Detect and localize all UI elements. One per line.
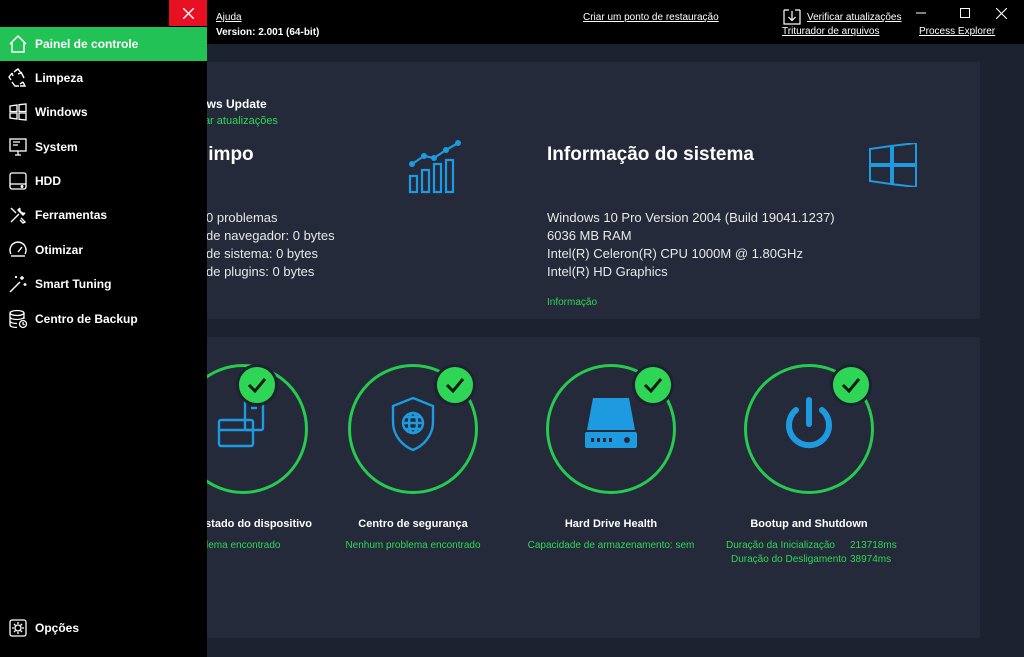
windows-icon (7, 101, 29, 123)
check-updates-link[interactable]: Verificar atualizações (807, 12, 902, 23)
check-badge (830, 364, 872, 406)
sidebar-item-label: Smart Tuning (35, 277, 112, 291)
check-icon (445, 378, 465, 393)
sidebar-item-label: Windows (35, 105, 88, 119)
clean-browser: de navegador: 0 bytes (206, 228, 335, 243)
clean-title: limpo (203, 144, 254, 165)
shutdown-duration-label: Duração do Desligamento (731, 554, 847, 565)
close-icon (182, 7, 194, 19)
sysinfo-os: Windows 10 Pro Version 2004 (Build 19041… (547, 210, 835, 225)
home-icon (7, 33, 29, 55)
window-close-button[interactable] (986, 4, 1016, 22)
sidebar-item-label: Otimizar (35, 243, 84, 257)
sysinfo-gpu: Intel(R) HD Graphics (547, 264, 668, 279)
clean-plugins: de plugins: 0 bytes (206, 264, 315, 279)
power-icon (786, 397, 832, 449)
sysinfo-cpu: Intel(R) Celeron(R) CPU 1000M @ 1.80GHz (547, 246, 803, 261)
file-shredder-link[interactable]: Triturador de arquivos (782, 26, 879, 37)
sidebar-close-button[interactable] (169, 0, 207, 26)
sidebar-item-tools[interactable]: Ferramentas (0, 198, 207, 232)
sidebar-item-label: Ferramentas (35, 208, 108, 222)
recycle-icon (7, 67, 29, 89)
sidebar-item-dashboard[interactable]: Painel de controle (0, 27, 207, 61)
minimize-button[interactable] (906, 4, 936, 22)
sysinfo-ram: 6036 MB RAM (547, 228, 632, 243)
maximize-button[interactable] (950, 4, 980, 22)
clean-system: de sistema: 0 bytes (206, 246, 318, 261)
windows-logo-icon (869, 143, 917, 187)
check-badge (236, 364, 278, 406)
sidebar-options-label: Opções (35, 621, 80, 635)
hdd-icon (7, 170, 29, 192)
database-icon (7, 308, 29, 330)
help-link[interactable]: Ajuda (216, 12, 242, 23)
minimize-icon (916, 12, 926, 14)
gauge-icon (7, 239, 29, 261)
sysinfo-link[interactable]: Informação (547, 297, 597, 308)
version-label: Version: 2.001 (64-bit) (216, 27, 320, 38)
app-window: { "topbar": { "help": "Ajuda", "version"… (0, 0, 1024, 657)
security-center-title: Centro de segurança (358, 518, 468, 530)
sidebar-item-label: Centro de Backup (35, 312, 138, 326)
monitor-icon (7, 136, 29, 158)
sidebar-item-label: System (35, 140, 78, 154)
boot-duration-value: 213718ms (850, 540, 897, 551)
sidebar-item-smart-tuning[interactable]: Smart Tuning (0, 267, 207, 301)
check-icon (841, 378, 861, 393)
sidebar: Painel de controle Limpeza Windows Syste… (0, 0, 207, 657)
close-icon (995, 7, 1007, 19)
security-center-card[interactable]: Centro de segurança Nenhum problema enco… (318, 362, 508, 582)
bootup-shutdown-title: Bootup and Shutdown (750, 518, 868, 530)
check-badge (434, 364, 476, 406)
sidebar-item-label: Limpeza (35, 71, 84, 85)
magic-wand-icon (7, 273, 29, 295)
hard-drive-card[interactable]: Hard Drive Health Capacidade de armazena… (516, 362, 706, 582)
summary-panel (196, 62, 980, 319)
boot-duration-label: Duração da Inicialização (726, 540, 835, 551)
gear-icon (7, 617, 29, 639)
hard-drive-title: Hard Drive Health (564, 518, 658, 530)
hard-drive-text: Capacidade de armazenamento: sem (527, 540, 695, 551)
shutdown-duration-value: 38974ms (850, 554, 892, 565)
download-icon[interactable] (782, 8, 802, 26)
shield-globe-icon (391, 396, 435, 452)
check-badge (632, 364, 674, 406)
sidebar-item-system[interactable]: System (0, 130, 207, 164)
security-center-text: Nenhum problema encontrado (345, 540, 481, 551)
chart-growth-icon (408, 140, 461, 194)
tools-icon (7, 204, 29, 226)
check-icon (643, 378, 663, 393)
sidebar-item-label: HDD (35, 174, 61, 188)
hard-drive-icon (585, 398, 637, 448)
sidebar-item-backup[interactable]: Centro de Backup (0, 302, 207, 336)
sidebar-item-cleanup[interactable]: Limpeza (0, 61, 207, 95)
maximize-icon (960, 8, 970, 18)
check-icon (247, 378, 267, 393)
sysinfo-title: Informação do sistema (547, 144, 754, 165)
sidebar-item-options[interactable]: Opções (0, 611, 207, 645)
clean-problems: 0 problemas (206, 210, 278, 225)
windows-update-link[interactable]: isar atualizações (196, 115, 278, 127)
sidebar-item-label: Painel de controle (35, 37, 139, 51)
sidebar-item-hdd[interactable]: HDD (0, 164, 207, 198)
sidebar-item-optimize[interactable]: Otimizar (0, 233, 207, 267)
sidebar-item-windows[interactable]: Windows (0, 95, 207, 129)
bootup-shutdown-card[interactable]: Bootup and Shutdown Duração da Inicializ… (714, 362, 904, 582)
restore-point-link[interactable]: Criar um ponto de restauração (583, 12, 719, 23)
process-explorer-link[interactable]: Process Explorer (919, 26, 995, 37)
